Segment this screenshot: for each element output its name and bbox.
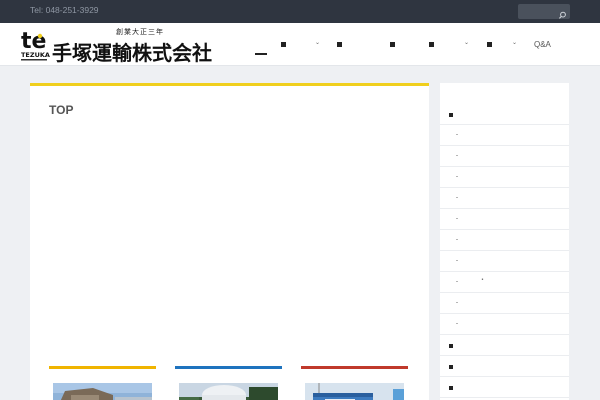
card-2[interactable]	[175, 366, 282, 400]
search-input[interactable]	[521, 6, 555, 17]
card-accent-bar	[175, 366, 282, 369]
bullet-icon	[456, 260, 458, 261]
sidebar-subitem[interactable]	[440, 146, 569, 167]
phone-number: Tel: 048-251-3929	[30, 5, 99, 15]
bullet-icon	[456, 134, 458, 135]
sidebar-item[interactable]	[440, 377, 569, 398]
nav-item-4[interactable]	[385, 23, 411, 66]
chevron-down-icon: ⌄	[464, 39, 470, 46]
logo-dot-icon	[37, 33, 43, 39]
sidebar-subitem[interactable]	[440, 167, 569, 188]
nav-item-qa[interactable]: Q&A	[530, 23, 554, 66]
top-bar: Tel: 048-251-3929	[0, 0, 600, 23]
chevron-down-icon: ⌄	[315, 39, 321, 46]
sidebar-item[interactable]	[440, 335, 569, 356]
sidebar-subitem[interactable]	[440, 125, 569, 146]
square-icon	[449, 113, 453, 117]
page-title: TOP	[49, 103, 74, 117]
logo-mark: te TEZUKA	[21, 29, 50, 61]
card-image-trucks	[305, 383, 404, 400]
sidebar-subitem[interactable]	[440, 293, 569, 314]
nav-item-6[interactable]: ⌄	[482, 23, 522, 66]
sidebar-subitem[interactable]	[440, 251, 569, 272]
sidebar-subitem[interactable]: •	[440, 272, 569, 293]
nav-qa-label: Q&A	[534, 40, 551, 49]
sidebar-item[interactable]	[440, 104, 569, 125]
bullet-icon	[456, 239, 458, 240]
card-image-tanks	[179, 383, 278, 400]
sidebar: •	[440, 83, 569, 400]
logo-company-name: 手塚運輸株式会社	[52, 41, 212, 65]
search-box	[518, 4, 570, 19]
card-image-warehouse	[53, 383, 152, 400]
sidebar-subitem[interactable]	[440, 188, 569, 209]
card-accent-bar	[49, 366, 156, 369]
square-icon	[449, 365, 453, 369]
bullet-icon	[456, 155, 458, 156]
sidebar-subitem[interactable]	[440, 314, 569, 335]
square-icon	[449, 386, 453, 390]
bullet-icon	[456, 302, 458, 303]
bullet-icon	[456, 281, 458, 282]
main-content: TOP	[30, 83, 429, 400]
square-icon	[429, 42, 434, 47]
sidebar-subitem[interactable]	[440, 230, 569, 251]
square-icon	[390, 42, 395, 47]
logo-mark-sub: TEZUKA	[21, 51, 50, 59]
square-icon	[487, 42, 492, 47]
card-3[interactable]	[301, 366, 408, 400]
square-icon	[449, 344, 453, 348]
search-icon	[559, 11, 566, 19]
bullet-icon	[456, 323, 458, 324]
card-accent-bar	[301, 366, 408, 369]
nav-item-3[interactable]: ⌄	[310, 23, 350, 66]
bullet-icon	[456, 218, 458, 219]
square-icon	[281, 42, 286, 47]
site-header: te TEZUKA 創業大正三年 手塚運輸株式会社 ⌄ ⌄ ⌄ Q&A	[0, 23, 600, 66]
sidebar-item[interactable]	[440, 356, 569, 377]
site-logo[interactable]: te TEZUKA 創業大正三年 手塚運輸株式会社	[20, 27, 230, 65]
chevron-down-icon: ⌄	[512, 39, 518, 46]
marker-icon: •	[481, 277, 484, 283]
nav-item-2[interactable]	[276, 23, 302, 66]
dash-icon	[255, 53, 267, 55]
nav-item-5[interactable]: ⌄	[425, 23, 469, 66]
search-button[interactable]	[557, 6, 568, 19]
nav-item-1[interactable]	[250, 23, 272, 66]
square-icon	[337, 42, 342, 47]
sidebar-subitem[interactable]	[440, 209, 569, 230]
logo-tagline: 創業大正三年	[116, 28, 164, 36]
card-1[interactable]	[49, 366, 156, 400]
bullet-icon	[456, 176, 458, 177]
bullet-icon	[456, 197, 458, 198]
